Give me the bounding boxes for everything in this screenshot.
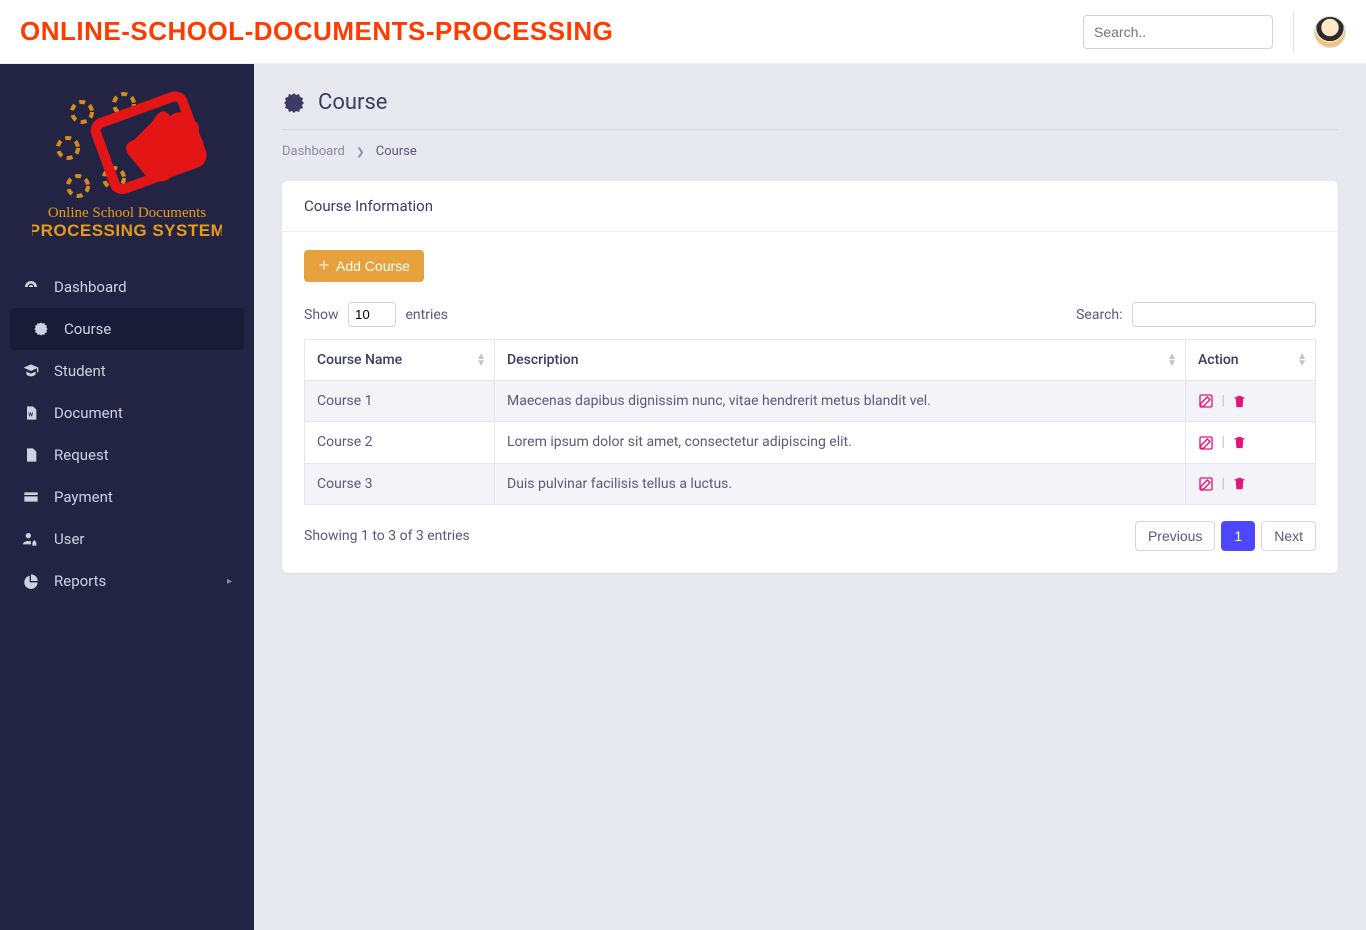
- search-label: Search:: [1076, 307, 1122, 323]
- entries-label: entries: [406, 307, 449, 323]
- top-bar: ONLINE-SCHOOL-DOCUMENTS-PROCESSING: [0, 0, 1366, 64]
- col-label: Description: [507, 352, 579, 368]
- card-icon: [22, 488, 40, 506]
- edit-icon[interactable]: [1198, 476, 1214, 492]
- sidebar-item-label: Request: [54, 446, 109, 464]
- sidebar-item-request[interactable]: Request: [0, 434, 254, 476]
- nav-list: Dashboard Course Student Document: [0, 266, 254, 602]
- divider: |: [1221, 434, 1224, 450]
- col-action[interactable]: Action ▲▼: [1186, 340, 1316, 381]
- trash-icon[interactable]: [1232, 476, 1247, 492]
- gauge-icon: [22, 278, 40, 296]
- breadcrumb-current: Course: [376, 144, 417, 159]
- col-course-name[interactable]: Course Name ▲▼: [305, 340, 495, 381]
- breadcrumb: Dashboard ❯ Course: [282, 130, 1338, 181]
- add-course-label: Add Course: [336, 258, 410, 274]
- table-row: Course 3 Duis pulvinar facilisis tellus …: [305, 463, 1316, 504]
- graduate-icon: [22, 362, 40, 380]
- table-row: Course 2 Lorem ipsum dolor sit amet, con…: [305, 422, 1316, 463]
- pie-icon: [22, 572, 40, 590]
- edit-icon[interactable]: [1198, 393, 1214, 409]
- svg-text:Online School Documents: Online School Documents: [48, 205, 206, 221]
- cell-desc: Duis pulvinar facilisis tellus a luctus.: [495, 463, 1186, 504]
- page-1-button[interactable]: 1: [1221, 521, 1255, 551]
- sidebar-item-course[interactable]: Course: [10, 308, 244, 350]
- table-row: Course 1 Maecenas dapibus dignissim nunc…: [305, 381, 1316, 422]
- panel-title: Course Information: [282, 181, 1338, 232]
- cell-name: Course 1: [305, 381, 495, 422]
- sort-icon: ▲▼: [1297, 353, 1307, 367]
- trash-icon[interactable]: [1232, 434, 1247, 450]
- sidebar-item-student[interactable]: Student: [0, 350, 254, 392]
- col-label: Course Name: [317, 352, 402, 368]
- sidebar-item-dashboard[interactable]: Dashboard: [0, 266, 254, 308]
- cell-actions: |: [1186, 463, 1316, 504]
- file-icon: [22, 446, 40, 464]
- sidebar-item-payment[interactable]: Payment: [0, 476, 254, 518]
- sort-icon: ▲▼: [476, 353, 486, 367]
- prev-button[interactable]: Previous: [1135, 521, 1215, 551]
- divider: |: [1221, 393, 1224, 409]
- course-panel: Course Information Add Course Show entri…: [282, 181, 1338, 573]
- file-word-icon: [22, 404, 40, 422]
- sidebar-item-label: Payment: [54, 488, 113, 506]
- sort-icon: ▲▼: [1167, 353, 1177, 367]
- divider: [1293, 12, 1294, 52]
- sidebar-item-label: Dashboard: [54, 278, 127, 296]
- sidebar-item-label: Document: [54, 404, 123, 422]
- table-search: Search:: [1076, 302, 1316, 327]
- show-label: Show: [304, 307, 339, 323]
- length-control: Show entries: [304, 302, 448, 327]
- sidebar-item-user[interactable]: User: [0, 518, 254, 560]
- cell-desc: Maecenas dapibus dignissim nunc, vitae h…: [495, 381, 1186, 422]
- sidebar: Online School Documents PROCESSING SYSTE…: [0, 64, 254, 930]
- cell-actions: |: [1186, 381, 1316, 422]
- users-lock-icon: [22, 530, 40, 548]
- table-search-input[interactable]: [1132, 302, 1316, 327]
- sidebar-item-label: Course: [64, 320, 111, 338]
- edit-icon[interactable]: [1198, 434, 1214, 450]
- page-length-input[interactable]: [348, 302, 396, 327]
- course-table: Course Name ▲▼ Description ▲▼ Action ▲▼: [304, 339, 1316, 505]
- chevron-right-icon: ❯: [356, 147, 364, 158]
- cell-actions: |: [1186, 422, 1316, 463]
- sidebar-item-reports[interactable]: Reports ▸: [0, 560, 254, 602]
- main-content: Course Dashboard ❯ Course Course Informa…: [254, 64, 1366, 930]
- global-search-input[interactable]: [1083, 15, 1273, 49]
- divider: |: [1221, 476, 1224, 492]
- plus-icon: [318, 258, 330, 274]
- next-button[interactable]: Next: [1261, 521, 1316, 551]
- cell-name: Course 3: [305, 463, 495, 504]
- page-header: Course: [282, 84, 1338, 130]
- add-course-button[interactable]: Add Course: [304, 250, 424, 282]
- cell-desc: Lorem ipsum dolor sit amet, consectetur …: [495, 422, 1186, 463]
- avatar[interactable]: [1314, 16, 1346, 48]
- table-info: Showing 1 to 3 of 3 entries: [304, 528, 470, 544]
- sidebar-item-label: User: [54, 530, 85, 548]
- page-title: Course: [318, 90, 387, 115]
- chevron-right-icon: ▸: [227, 576, 232, 587]
- col-label: Action: [1198, 352, 1239, 368]
- certificate-icon: [32, 320, 50, 338]
- pagination: Previous 1 Next: [1135, 521, 1316, 551]
- col-description[interactable]: Description ▲▼: [495, 340, 1186, 381]
- sidebar-item-document[interactable]: Document: [0, 392, 254, 434]
- brand-title: ONLINE-SCHOOL-DOCUMENTS-PROCESSING: [20, 16, 613, 47]
- sidebar-item-label: Student: [54, 362, 106, 380]
- breadcrumb-root[interactable]: Dashboard: [282, 144, 345, 159]
- certificate-icon: [282, 91, 306, 115]
- logo: Online School Documents PROCESSING SYSTE…: [0, 64, 254, 266]
- cell-name: Course 2: [305, 422, 495, 463]
- svg-text:PROCESSING SYSTEM: PROCESSING SYSTEM: [32, 221, 222, 240]
- sidebar-item-label: Reports: [54, 572, 106, 590]
- trash-icon[interactable]: [1232, 393, 1247, 409]
